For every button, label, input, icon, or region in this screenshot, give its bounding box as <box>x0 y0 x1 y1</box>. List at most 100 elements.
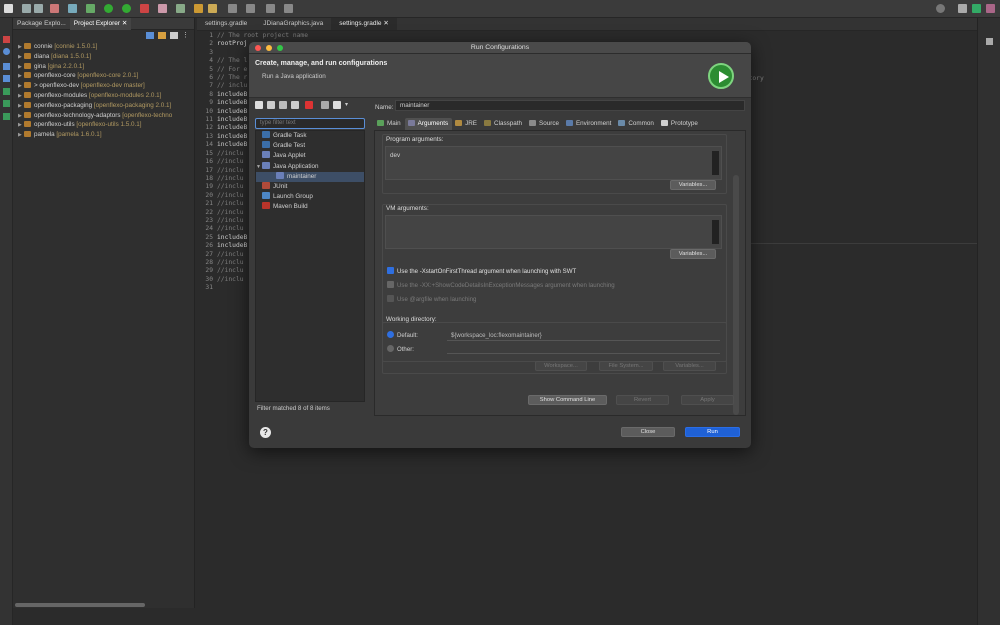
new-config-icon[interactable] <box>255 101 263 109</box>
tab-source[interactable]: Source <box>526 118 563 130</box>
name-field[interactable]: maintainer <box>395 100 745 111</box>
search-icon[interactable] <box>228 4 237 13</box>
close-window-icon[interactable] <box>255 45 261 51</box>
open-type-icon[interactable] <box>194 4 203 13</box>
project-item[interactable]: ▶ openflexo-core [openflexo-core 2.0.1] <box>13 71 194 81</box>
project-item[interactable]: ▶ openflexo-packaging [openflexo-packagin… <box>13 101 194 111</box>
new-prototype-icon[interactable] <box>267 101 275 109</box>
default-directory-field[interactable]: ${workspace_loc:flexomaintainer} <box>447 330 720 341</box>
refresh-icon[interactable] <box>176 4 185 13</box>
debug-icon[interactable] <box>68 4 77 13</box>
config-tree-item[interactable]: ▼ Java Application <box>256 161 364 172</box>
collapse-all-icon[interactable] <box>146 32 154 39</box>
config-tree-item[interactable]: Maven Build <box>256 202 364 212</box>
project-item[interactable]: ▶ gina [gina 2.2.0.1] <box>13 62 194 72</box>
project-item[interactable]: ▶ pamela [pamela 1.6.0.1] <box>13 130 194 140</box>
tab-project-explorer[interactable]: Project Explorer ✕ <box>69 17 132 30</box>
argfile-checkbox[interactable]: Use @argfile when launching <box>387 295 476 303</box>
terminal-icon[interactable] <box>50 4 59 13</box>
config-tree-item[interactable]: Java Applet <box>256 151 364 161</box>
maximize-window-icon[interactable] <box>277 45 283 51</box>
hierarchy-icon[interactable] <box>3 48 10 55</box>
explorer-horizontal-scrollbar[interactable] <box>15 603 145 607</box>
program-arguments-input[interactable]: dev <box>385 146 722 180</box>
back-icon[interactable] <box>266 4 275 13</box>
editor-tab-settings-gradle-active[interactable]: settings.gradle ✕ <box>331 18 397 30</box>
java-perspective-icon[interactable] <box>972 4 981 13</box>
config-tree-item[interactable]: maintainer <box>256 171 364 182</box>
editor-tab-jdianagraphics[interactable]: JDianaGraphics.java <box>255 18 331 30</box>
help-icon[interactable]: ? <box>260 427 271 438</box>
tab-classpath[interactable]: Classpath <box>481 118 526 130</box>
tab-arguments[interactable]: Arguments <box>404 118 453 130</box>
run-icon[interactable] <box>104 4 113 13</box>
link-editor-icon[interactable] <box>158 32 166 39</box>
export-icon[interactable] <box>291 101 299 109</box>
outline-icon[interactable] <box>3 63 10 70</box>
project-item[interactable]: ▶ > openflexo-dev [openflexo-dev master] <box>13 81 194 91</box>
revert-button[interactable]: Revert <box>616 395 669 405</box>
config-tree-item[interactable]: Gradle Task <box>256 131 364 141</box>
config-tree-item[interactable]: JUnit <box>256 181 364 192</box>
forward-icon[interactable] <box>284 4 293 13</box>
minimize-window-icon[interactable] <box>266 45 272 51</box>
working-variables-button[interactable]: Variables... <box>663 361 716 371</box>
project-item[interactable]: ▶ openflexo-modules [openflexo-modules 2.… <box>13 91 194 101</box>
gradle-icon[interactable] <box>158 4 167 13</box>
coverage-icon[interactable] <box>122 4 131 13</box>
vm-arguments-scrollbar[interactable] <box>712 220 719 244</box>
default-radio[interactable]: Default: <box>387 331 418 339</box>
project-item[interactable]: ▶ openflexo-utils [openflexo-utils 1.5.0.… <box>13 120 194 130</box>
debug-perspective-icon[interactable] <box>986 4 995 13</box>
program-arguments-scrollbar[interactable] <box>712 151 719 175</box>
restore-icon[interactable] <box>986 38 993 45</box>
annotation-nav-icon[interactable] <box>246 4 255 13</box>
vm-arguments-input[interactable] <box>385 215 722 249</box>
servers-icon[interactable] <box>3 113 10 120</box>
close-icon[interactable]: ✕ <box>122 20 127 27</box>
restore-icon[interactable] <box>3 36 10 43</box>
config-tree-item[interactable]: Gradle Test <box>256 141 364 151</box>
save-all-icon[interactable] <box>34 4 43 13</box>
run-button[interactable]: Run <box>685 427 740 437</box>
filter-input[interactable]: type filter text <box>255 118 365 129</box>
tab-main[interactable]: Main <box>374 118 405 130</box>
gradle-executions-icon[interactable] <box>3 100 10 107</box>
external-tools-icon[interactable] <box>140 4 149 13</box>
gradle-tasks-icon[interactable] <box>3 88 10 95</box>
collapse-all-icon[interactable] <box>321 101 329 109</box>
vm-variables-button[interactable]: Variables... <box>670 249 716 259</box>
xx-showcode-checkbox[interactable]: Use the -XX:+ShowCodeDetailsInExceptionM… <box>387 281 615 289</box>
delete-icon[interactable] <box>305 101 313 109</box>
duplicate-icon[interactable] <box>279 101 287 109</box>
filter-icon[interactable] <box>170 32 178 39</box>
show-command-line-button[interactable]: Show Command Line <box>528 395 607 405</box>
perspective-icon[interactable] <box>958 4 967 13</box>
config-tree-item[interactable]: Launch Group <box>256 192 364 202</box>
tasks-icon[interactable] <box>3 75 10 82</box>
close-button[interactable]: Close <box>621 427 675 437</box>
editor-tab-settings-gradle[interactable]: settings.gradle <box>197 18 255 30</box>
open-task-icon[interactable] <box>208 4 217 13</box>
other-directory-field[interactable] <box>447 343 720 354</box>
xstart-checkbox[interactable]: Use the -XstartOnFirstThread argument wh… <box>387 267 576 275</box>
view-menu-icon[interactable]: ⋮ <box>182 31 190 40</box>
save-icon[interactable] <box>22 4 31 13</box>
tab-package-explorer[interactable]: Package Explo... <box>13 18 70 30</box>
file-system-button[interactable]: File System... <box>599 361 653 371</box>
tab-jre[interactable]: JRE <box>452 118 481 130</box>
program-variables-button[interactable]: Variables... <box>670 180 716 190</box>
project-item[interactable]: ▶ connie [connie 1.5.0.1] <box>13 42 194 52</box>
skip-icon[interactable] <box>86 4 95 13</box>
project-item[interactable]: ▶ diana [diana 1.5.0.1] <box>13 52 194 62</box>
tab-vertical-scrollbar[interactable] <box>733 175 739 415</box>
tab-prototype[interactable]: Prototype <box>658 118 702 130</box>
other-radio[interactable]: Other: <box>387 345 414 353</box>
tab-environment[interactable]: Environment <box>563 118 615 130</box>
tab-common[interactable]: Common <box>615 118 658 130</box>
apply-button[interactable]: Apply <box>681 395 734 405</box>
chevron-down-icon[interactable]: ▾ <box>345 101 353 109</box>
project-item[interactable]: ▶ openflexo-technology-adaptors [openflex… <box>13 111 194 121</box>
workspace-button[interactable]: Workspace... <box>535 361 587 371</box>
search-icon[interactable] <box>936 4 945 13</box>
